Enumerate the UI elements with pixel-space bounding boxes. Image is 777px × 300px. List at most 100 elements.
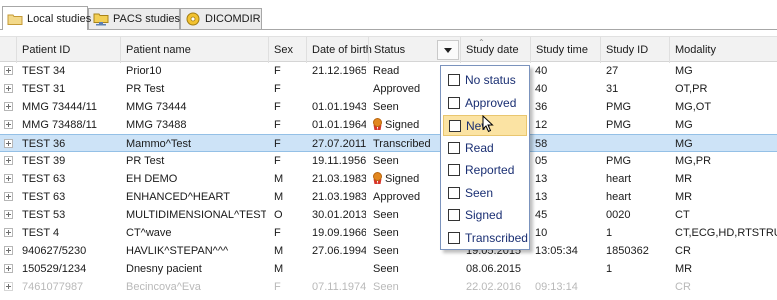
chevron-down-icon — [444, 48, 452, 53]
cell-text: HAVLIK^STEPAN^^^ — [126, 245, 229, 257]
column-header-patient-id[interactable]: Patient ID — [16, 37, 120, 63]
cell-text: TEST 63 — [22, 173, 66, 185]
status-filter-option-signed[interactable]: Signed — [443, 205, 527, 226]
table-row[interactable]: MMG 73488/11 MMG 73488 F 01.01.1964 Signed 12… — [0, 116, 777, 134]
option-label: Seen — [465, 185, 494, 200]
cell-text: MULTIDIMENSIONAL^TEST — [126, 209, 266, 221]
cell-status: Signed — [373, 116, 439, 134]
cell-study-time: 40 — [535, 62, 598, 80]
checkbox[interactable] — [448, 96, 460, 109]
expand-row-icon[interactable] — [4, 139, 13, 148]
expand-row-icon[interactable] — [4, 120, 13, 129]
cell-patient-id: TEST 34 — [22, 62, 118, 80]
cell-text: 40 — [535, 65, 548, 77]
expand-row-icon[interactable] — [4, 192, 13, 201]
table-row[interactable]: 150529/1234 Dnesny pacient M Seen 08.06.2015… — [0, 260, 777, 278]
checkbox[interactable] — [448, 164, 460, 176]
cell-patient-id: 150529/1234 — [22, 260, 118, 278]
cell-status: Seen — [373, 98, 439, 116]
cell-text: MMG 73488 — [126, 119, 187, 131]
cell-text: MR — [675, 191, 693, 203]
column-header-patient-name[interactable]: Patient name — [120, 37, 268, 63]
checkbox[interactable] — [449, 120, 461, 132]
tab-label: Local studies — [27, 12, 92, 25]
cell-text: F — [274, 65, 281, 77]
status-filter-option-read[interactable]: Read — [443, 138, 527, 159]
table-row[interactable]: TEST 36 Mammo^Test F 27.07.2011 Transcribed 5… — [0, 134, 777, 152]
status-filter-option-seen[interactable]: Seen — [443, 183, 527, 204]
cell-text: MR — [675, 173, 693, 185]
checkbox[interactable] — [448, 141, 460, 154]
expand-row-icon[interactable] — [4, 156, 13, 165]
expand-row-icon[interactable] — [4, 264, 13, 273]
table-row[interactable]: TEST 39 PR Test F 19.11.1956 Seen 05 PMG MG,PR — [0, 152, 777, 170]
cell-patient-name: Dnesny pacient — [126, 260, 266, 278]
table-row[interactable]: TEST 63 ENHANCED^HEART M 21.03.1983 Approved… — [0, 188, 777, 206]
cell-text: Signed — [385, 173, 420, 185]
tab-pacs-studies[interactable]: PACS studies — [88, 8, 180, 29]
status-filter-option-approved[interactable]: Approved — [443, 93, 527, 114]
expand-row-icon[interactable] — [4, 246, 13, 255]
cell-text: MMG 73488/11 — [22, 119, 98, 131]
cell-text: Seen — [373, 209, 399, 221]
checkbox[interactable] — [448, 74, 460, 86]
cell-text: PMG — [606, 155, 632, 167]
cell-modality: MR — [675, 260, 777, 278]
expand-row-icon[interactable] — [4, 84, 13, 93]
cell-study-time: 12 — [535, 116, 598, 134]
column-header-date-of-birth[interactable]: Date of birth — [306, 37, 372, 63]
cell-study-date: 22.02.2016 — [466, 278, 528, 296]
table-row[interactable]: TEST 53 MULTIDIMENSIONAL^TEST O 30.01.2013 S… — [0, 206, 777, 224]
cell-modality: MG,PR — [675, 152, 777, 170]
cell-sex: O — [274, 206, 304, 224]
column-header-study-date[interactable]: Study date — [460, 37, 530, 63]
cell-text: 19.09.1966 — [312, 227, 366, 239]
cell-study-time: 13 — [535, 170, 598, 188]
expand-row-icon[interactable] — [4, 102, 13, 111]
column-header-modality[interactable]: Modality — [669, 37, 777, 63]
cell-text: TEST 53 — [22, 209, 66, 221]
status-filter-option-reported[interactable]: Reported — [443, 160, 527, 181]
table-row[interactable]: 7461077987 Becincova^Eva F 07.11.1974 Seen 22… — [0, 278, 777, 296]
expand-row-icon[interactable] — [4, 282, 13, 291]
cell-status: Transcribed — [373, 135, 439, 153]
checkbox[interactable] — [448, 186, 460, 199]
tab-dicomdir[interactable]: DICOMDIR — [180, 8, 262, 29]
table-row[interactable]: TEST 63 EH DEMO M 21.03.1983 Signed 13 heart MR — [0, 170, 777, 188]
expand-row-icon[interactable] — [4, 66, 13, 75]
column-header-study-time[interactable]: Study time — [530, 37, 600, 63]
cell-sex: M — [274, 260, 304, 278]
status-filter-option-no-status[interactable]: No status — [443, 70, 527, 91]
cell-study-id: 1850362 — [606, 242, 667, 260]
tab-local-studies[interactable]: Local studies — [2, 6, 92, 30]
cell-text: PMG — [606, 119, 632, 131]
cell-patient-id: TEST 53 — [22, 206, 118, 224]
option-label: Signed — [465, 208, 503, 222]
status-filter-button[interactable] — [437, 40, 459, 60]
cell-study-time — [535, 260, 598, 278]
cell-text: 22.02.2016 — [466, 281, 522, 293]
status-filter-option-transcribed[interactable]: Transcribed — [443, 228, 528, 249]
cell-text: heart — [606, 191, 632, 203]
table-row[interactable]: TEST 4 CT^wave F 19.09.1966 Seen 10 1 CT,ECG,HD… — [0, 224, 777, 242]
checkbox[interactable] — [448, 209, 460, 221]
table-row[interactable]: TEST 31 PR Test F Approved 40 31 OT,PR — [0, 80, 777, 98]
cell-patient-id: 7461077987 — [22, 278, 118, 296]
expand-row-icon[interactable] — [4, 228, 13, 237]
cell-modality: CR — [675, 278, 777, 296]
table-row[interactable]: MMG 73444/11 MMG 73444 F 01.01.1943 Seen 36 PM… — [0, 98, 777, 116]
table-row[interactable]: 940627/5230 HAVLIK^STEPAN^^^ M 27.06.1994 Se… — [0, 242, 777, 260]
cell-text: 05 — [535, 155, 548, 167]
column-header-study-id[interactable]: Study ID — [600, 37, 669, 63]
expand-row-icon[interactable] — [4, 210, 13, 219]
cell-study-time: 13:05:34 — [535, 242, 598, 260]
table-row[interactable]: TEST 34 Prior10 F 21.12.1965 Read 40 27 MG — [0, 62, 777, 80]
cell-text: TEST 36 — [22, 138, 66, 150]
column-header-sex[interactable]: Sex — [268, 37, 306, 63]
checkbox[interactable] — [448, 231, 460, 244]
cell-text: 36 — [535, 101, 548, 113]
cell-study-id: 0020 — [606, 206, 667, 224]
cell-text: Mammo^Test — [126, 138, 192, 150]
cell-sex: F — [274, 135, 304, 153]
expand-row-icon[interactable] — [4, 174, 13, 183]
